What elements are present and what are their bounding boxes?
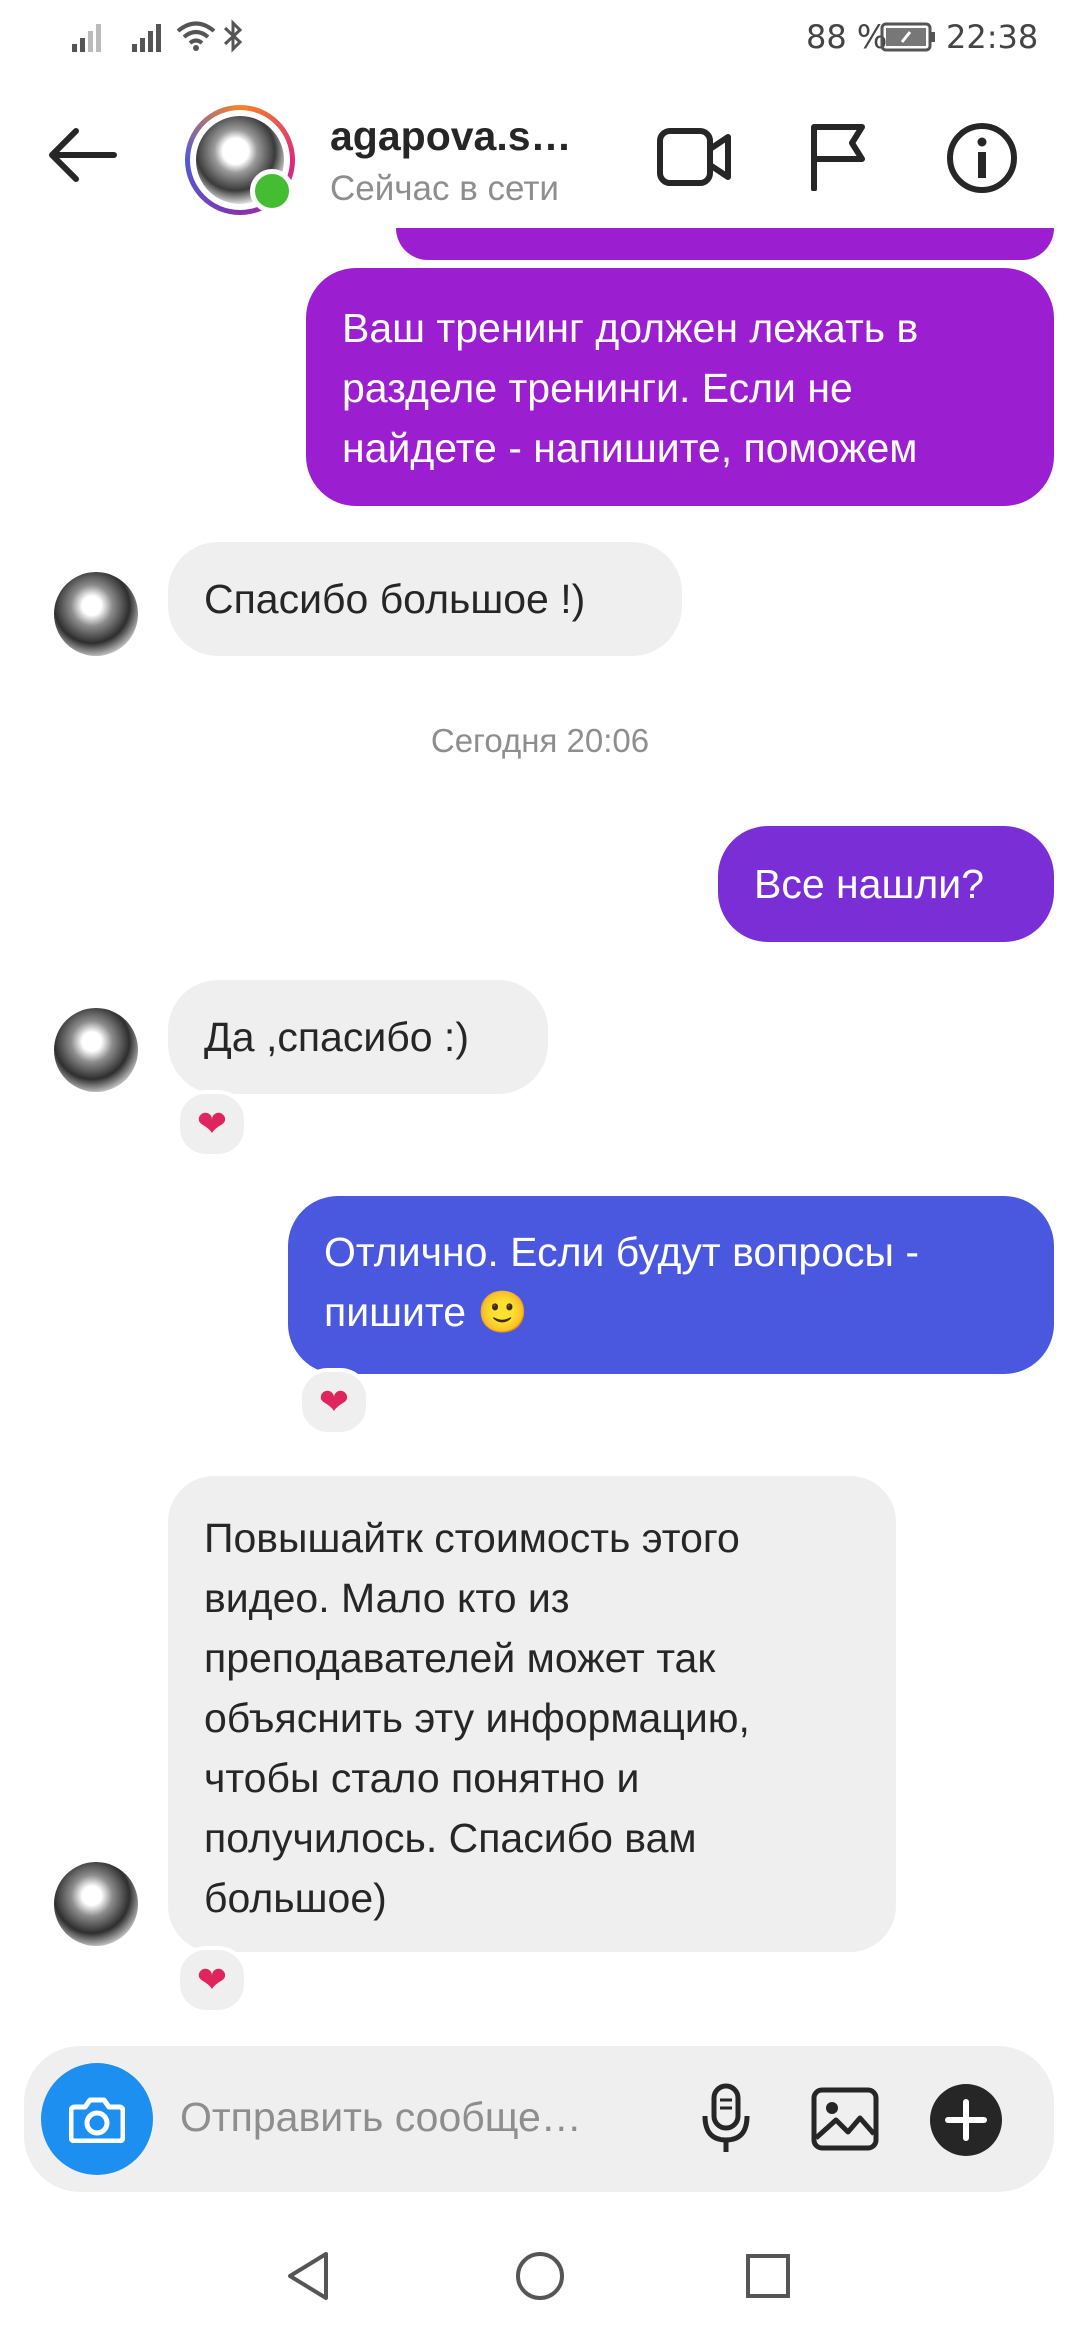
battery-percent: 88 % xyxy=(806,18,888,56)
info-icon[interactable] xyxy=(946,122,1018,194)
chat-header: agapova.s… Сейчас в сети xyxy=(0,75,1080,235)
camera-button[interactable] xyxy=(41,2063,153,2175)
nav-recents-icon[interactable] xyxy=(744,2252,792,2300)
message-text: Отлично. Если будут вопросы - xyxy=(324,1229,920,1275)
sender-avatar[interactable] xyxy=(54,572,138,656)
nav-home-icon[interactable] xyxy=(514,2250,566,2302)
heart-icon: ❤ xyxy=(196,1959,228,2000)
flag-icon[interactable] xyxy=(806,121,870,191)
online-indicator xyxy=(250,169,294,213)
plus-icon[interactable] xyxy=(928,2082,1004,2158)
camera-icon xyxy=(69,2097,125,2143)
message-outgoing[interactable]: Все нашли? xyxy=(718,826,1054,942)
status-bar: 88 % 22:38 xyxy=(0,0,1080,75)
video-call-icon[interactable] xyxy=(656,125,732,189)
contact-username[interactable]: agapova.s… xyxy=(330,113,572,160)
message-incoming[interactable]: Повышайтк стоимость этого видео. Мало кт… xyxy=(168,1476,896,1952)
system-nav-bar xyxy=(0,2220,1080,2340)
signal-icon xyxy=(132,20,166,52)
heart-icon: ❤ xyxy=(318,1381,350,1422)
contact-presence: Сейчас в сети xyxy=(330,169,559,208)
message-text: Спасибо большое !) xyxy=(204,576,586,622)
signal-icon xyxy=(72,20,106,52)
heart-reaction[interactable]: ❤ xyxy=(176,1946,248,2014)
bluetooth-icon xyxy=(222,18,244,54)
message-text: Все нашли? xyxy=(754,861,985,907)
clock: 22:38 xyxy=(946,18,1039,56)
message-outgoing[interactable]: Ваш тренинг должен лежать в разделе трен… xyxy=(306,268,1054,506)
message-text: Ваш тренинг должен лежать в разделе трен… xyxy=(342,305,919,471)
nav-back-icon[interactable] xyxy=(284,2250,332,2302)
wifi-icon xyxy=(176,20,216,52)
heart-icon: ❤ xyxy=(196,1103,228,1144)
message-text: Да ,спасибо :) xyxy=(204,1014,469,1060)
message-composer: Отправить сообще… xyxy=(24,2046,1054,2192)
heart-reaction[interactable]: ❤ xyxy=(176,1090,248,1158)
previous-message-edge xyxy=(396,228,1054,260)
message-text: пишите 🙂 xyxy=(324,1289,529,1335)
microphone-icon[interactable] xyxy=(698,2082,754,2156)
message-outgoing[interactable]: Отлично. Если будут вопросы - пишите 🙂 xyxy=(288,1196,1054,1374)
back-arrow-icon[interactable] xyxy=(46,127,118,183)
heart-reaction[interactable]: ❤ xyxy=(298,1368,370,1436)
gallery-icon[interactable] xyxy=(810,2086,880,2152)
message-input[interactable]: Отправить сообще… xyxy=(180,2094,582,2141)
timestamp: Сегодня 20:06 xyxy=(430,722,650,759)
message-incoming[interactable]: Да ,спасибо :) xyxy=(168,980,548,1094)
message-text: Повышайтк стоимость этого видео. Мало кт… xyxy=(204,1515,750,1921)
sender-avatar[interactable] xyxy=(54,1008,138,1092)
message-incoming[interactable]: Спасибо большое !) xyxy=(168,542,682,656)
sender-avatar[interactable] xyxy=(54,1862,138,1946)
battery-icon xyxy=(880,22,936,52)
